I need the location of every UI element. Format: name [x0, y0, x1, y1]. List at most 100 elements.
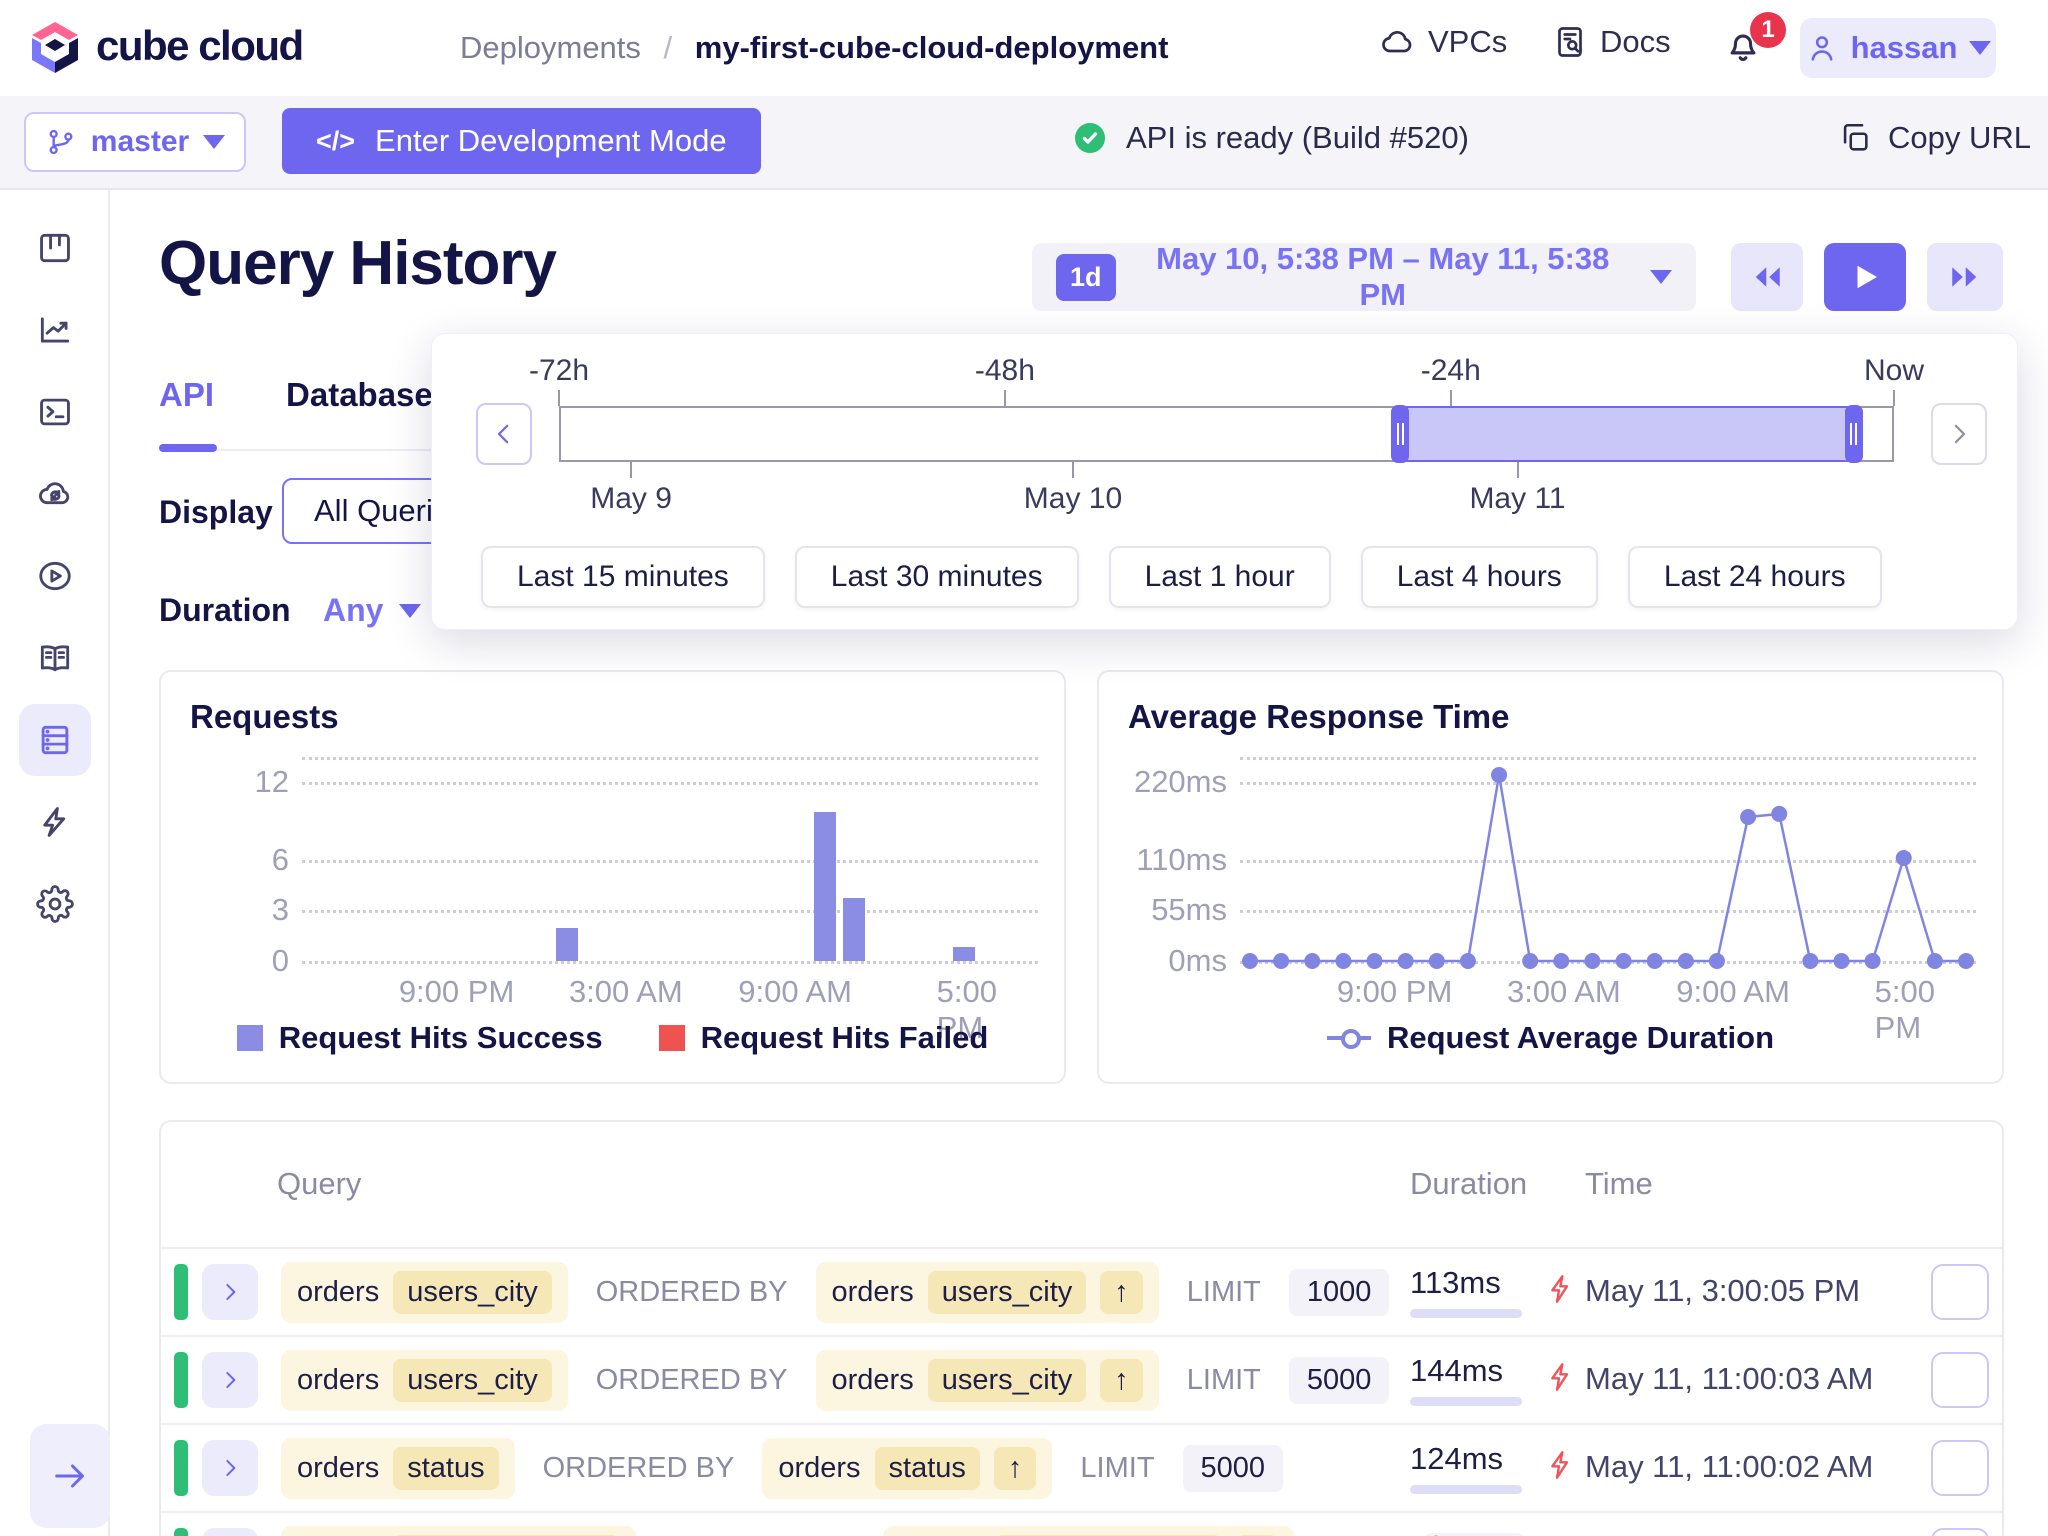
tab-api[interactable]: API	[159, 376, 214, 414]
sidebar-item-bolt[interactable]	[19, 786, 91, 858]
copy-url-button[interactable]: Copy URL	[1838, 120, 2031, 156]
sidebar-item-kanban-board[interactable]	[19, 212, 91, 284]
gridline	[302, 782, 1038, 786]
notifications-button[interactable]: 1	[1722, 12, 1792, 76]
vpcs-label: VPCs	[1428, 24, 1508, 59]
query-summary: orders status ORDERED BY orders status ↑ LI…	[281, 1425, 1284, 1511]
sidebar-item-book[interactable]	[19, 622, 91, 694]
gridline	[302, 757, 1038, 760]
query-history-table-icon	[36, 721, 74, 759]
sort-asc-icon: ↑	[1100, 1358, 1143, 1402]
view-query-code-button[interactable]	[1931, 1352, 1989, 1408]
view-query-code-button[interactable]	[1931, 1440, 1989, 1496]
legend-item[interactable]: Request Average Duration	[1326, 1020, 1774, 1056]
terminal-icon	[36, 393, 74, 431]
chevron-down-icon	[1969, 41, 1992, 55]
chevron-right-icon	[1944, 419, 1974, 449]
table-row[interactable]: orders users_city ORDERED BY orders users_…	[161, 1249, 2002, 1337]
quick-range-last-4-hours[interactable]: Last 4 hours	[1360, 546, 1598, 608]
expand-row-button[interactable]	[202, 1352, 258, 1408]
timeline-prev-button[interactable]	[476, 403, 532, 465]
play-icon	[1847, 259, 1883, 295]
expand-row-button[interactable]	[202, 1440, 258, 1496]
order-member-group: ordersproducts_count↑	[883, 1525, 1295, 1536]
duration-filter-dropdown[interactable]: Any	[323, 592, 422, 629]
query-member-group: orders users_city	[281, 1261, 568, 1323]
query-member-group: orders status	[281, 1437, 515, 1499]
branch-selector[interactable]: master	[24, 112, 246, 172]
sidebar-item-cloud-sync[interactable]	[19, 458, 91, 530]
selection-end-handle[interactable]	[1844, 405, 1863, 463]
limit-value: 1000	[1288, 1268, 1390, 1316]
copy-url-label: Copy URL	[1888, 120, 2031, 155]
x-axis-tick: 3:00 AM	[1506, 974, 1621, 1009]
bar-request-hits[interactable]	[843, 897, 865, 961]
top-header: cube cloud Deployments / my-first-cube-c…	[0, 0, 2048, 96]
vpcs-nav-button[interactable]: VPCs	[1380, 24, 1507, 60]
timeline-selection[interactable]	[1391, 405, 1863, 463]
play-circle-icon	[36, 557, 74, 595]
dev-mode-label: Enter Development Mode	[375, 123, 727, 158]
check-circle-icon	[1072, 120, 1108, 156]
quick-range-last-15-minutes[interactable]: Last 15 minutes	[481, 546, 765, 608]
book-icon	[36, 639, 74, 677]
table-row[interactable]: orders users_city ORDERED BY orders users_…	[161, 1337, 2002, 1425]
sidebar-item-line-chart[interactable]	[19, 294, 91, 366]
sidebar-item-gear[interactable]	[19, 868, 91, 940]
tab-database[interactable]: Database	[286, 376, 433, 414]
y-axis-tick: 55ms	[1151, 892, 1227, 927]
quick-range-last-24-hours[interactable]: Last 24 hours	[1627, 546, 1882, 608]
cloud-icon	[1380, 24, 1416, 60]
bar-request-hits[interactable]	[953, 946, 976, 961]
sidebar-item-terminal[interactable]	[19, 376, 91, 448]
view-query-code-button[interactable]	[1931, 1264, 1989, 1320]
column-duration: Duration	[1410, 1166, 1528, 1201]
gridline	[302, 860, 1038, 864]
table-row[interactable]: orders status ORDERED BY orders status ↑ LI…	[161, 1425, 2002, 1513]
fast-query-zap-icon	[1545, 1361, 1577, 1393]
timeline-hour-label: -48h	[974, 354, 1035, 387]
quick-range-last-30-minutes[interactable]: Last 30 minutes	[794, 546, 1079, 608]
bar-request-hits[interactable]	[555, 928, 578, 961]
range-duration-badge: 1d	[1056, 253, 1116, 301]
requests-chart-card: Requests 12 6 3 0 9:00 PM 3:00 AM 9:00 AM 5:00 …	[159, 670, 1066, 1084]
member-chip: users_city	[393, 1270, 552, 1314]
legend-item[interactable]: Request Hits Success	[236, 1020, 603, 1056]
legend-item[interactable]: Request Hits Failed	[658, 1020, 988, 1056]
api-status: API is ready (Build #520)	[1072, 120, 1469, 156]
timeline-next-button[interactable]	[1931, 403, 1987, 465]
sidebar-item-play-circle[interactable]	[19, 540, 91, 612]
user-name: hassan	[1850, 30, 1958, 65]
fast-forward-icon	[1947, 259, 1983, 295]
legend-swatch	[236, 1025, 263, 1051]
user-menu-button[interactable]: hassan	[1800, 18, 1996, 78]
expand-row-button[interactable]	[202, 1528, 258, 1536]
date-range-picker[interactable]: 1d May 10, 5:38 PM – May 11, 5:38 PM	[1032, 241, 1696, 312]
legend-swatch	[658, 1025, 685, 1051]
table-row[interactable]: ordersproducts_count ORDERED BY orderspr…	[161, 1513, 2002, 1536]
step-forward-button[interactable]	[1927, 243, 2003, 311]
play-button[interactable]	[1824, 243, 1906, 311]
enter-development-mode-button[interactable]: </> Enter Development Mode	[282, 108, 761, 174]
tab-bar: API Database	[159, 376, 433, 414]
ordered-by-label: ORDERED BY	[595, 1275, 788, 1308]
y-axis-tick: 0	[271, 943, 289, 978]
sidebar-expand-button[interactable]	[30, 1424, 110, 1528]
docs-nav-button[interactable]: Docs	[1552, 24, 1671, 60]
gear-icon	[36, 885, 74, 923]
breadcrumb-deployments[interactable]: Deployments	[460, 30, 641, 65]
duration-progress	[1410, 1397, 1522, 1406]
expand-row-button[interactable]	[202, 1264, 258, 1320]
row-status-bar	[174, 1440, 188, 1496]
step-back-button[interactable]	[1731, 243, 1803, 311]
sort-asc-icon: ↑	[1100, 1270, 1143, 1314]
selection-start-handle[interactable]	[1391, 405, 1410, 463]
order-member-chip: users_city	[927, 1358, 1087, 1402]
quick-range-last-1-hour[interactable]: Last 1 hour	[1108, 546, 1331, 608]
bar-request-hits[interactable]	[813, 812, 836, 961]
timeline-track[interactable]	[559, 405, 1894, 463]
view-query-code-button[interactable]	[1931, 1528, 1989, 1536]
duration-progress	[1410, 1485, 1522, 1494]
sidebar-item-query-history-table[interactable]	[19, 704, 91, 776]
query-time: May 11, 11:00:03 AM	[1585, 1361, 1874, 1396]
